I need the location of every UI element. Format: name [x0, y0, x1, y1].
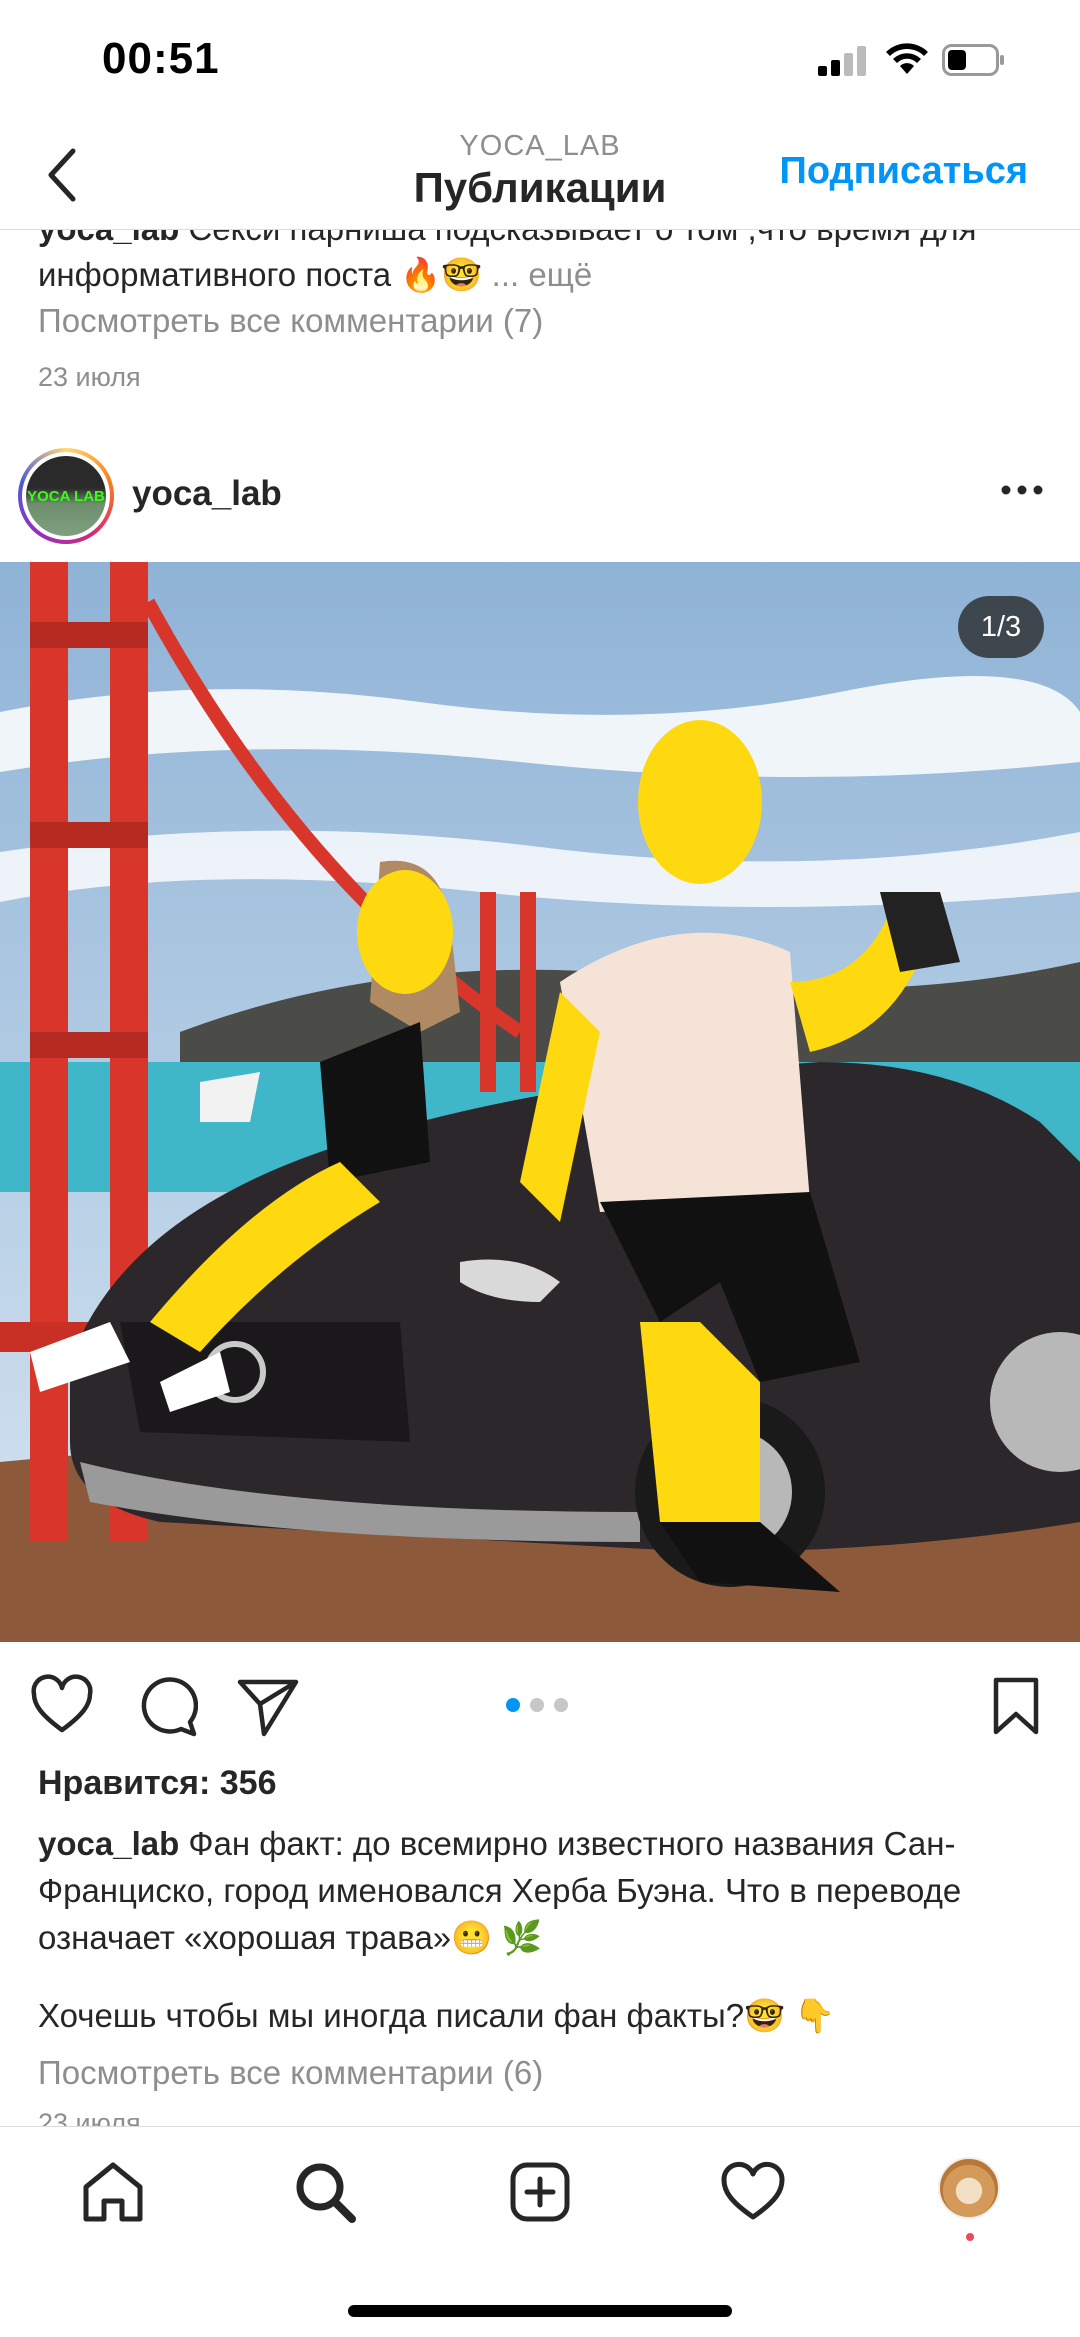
bottom-tab-bar: [0, 2126, 1080, 2337]
prev-post-date: 23 июля: [38, 362, 141, 392]
post-image[interactable]: 1/3: [0, 562, 1080, 1642]
post-caption: yoca_lab Фан факт: до всемирно известног…: [38, 1820, 1048, 1961]
status-time: 00:51: [102, 34, 220, 83]
plus-square-icon[interactable]: [505, 2157, 575, 2227]
prev-post-comments-link[interactable]: Посмотреть все комментарии (7): [38, 302, 543, 340]
post-avatar[interactable]: YOCA LAB: [18, 448, 114, 544]
search-icon[interactable]: [290, 2157, 360, 2227]
post-action-bar: [0, 1660, 1080, 1750]
carousel-dot-active: [506, 1698, 520, 1712]
post-header: YOCA LAB yoca_lab: [0, 440, 1080, 550]
avatar-logo-text: YOCA LAB: [27, 487, 105, 505]
post-date: 23 июля: [38, 2108, 141, 2128]
prev-post-more-link[interactable]: ... ещё: [492, 256, 593, 293]
paper-plane-icon[interactable]: [236, 1674, 300, 1738]
comment-icon[interactable]: [134, 1674, 198, 1738]
carousel-page-counter: 1/3: [958, 596, 1044, 658]
wifi-icon: [886, 43, 928, 74]
bookmark-icon[interactable]: [984, 1674, 1048, 1738]
top-header: YOCA_LAB Публикации Подписаться: [0, 120, 1080, 230]
heart-icon[interactable]: [30, 1674, 94, 1738]
post-username[interactable]: yoca_lab: [132, 474, 282, 514]
battery-icon: [942, 44, 1004, 76]
activity-heart-icon[interactable]: [718, 2157, 788, 2227]
home-indicator[interactable]: [348, 2305, 732, 2317]
post-caption-second-line: Хочешь чтобы мы иногда писали фан факты?…: [38, 1997, 836, 2034]
status-bar: 00:51: [0, 0, 1080, 120]
caption-username[interactable]: yoca_lab: [38, 1825, 179, 1862]
notification-dot: [966, 2233, 974, 2241]
likes-count[interactable]: Нравится: 356: [38, 1764, 276, 1803]
carousel-dots: [506, 1698, 576, 1714]
cellular-signal-icon: [818, 46, 868, 76]
home-icon[interactable]: [78, 2157, 148, 2227]
post-illustration: [0, 562, 1080, 1642]
view-comments-link[interactable]: Посмотреть все комментарии (6): [38, 2054, 543, 2092]
carousel-dot: [530, 1698, 544, 1712]
carousel-dot: [554, 1698, 568, 1712]
follow-button[interactable]: Подписаться: [780, 150, 1028, 193]
profile-avatar[interactable]: [938, 2157, 1000, 2219]
more-horizontal-icon[interactable]: [1000, 480, 1044, 500]
